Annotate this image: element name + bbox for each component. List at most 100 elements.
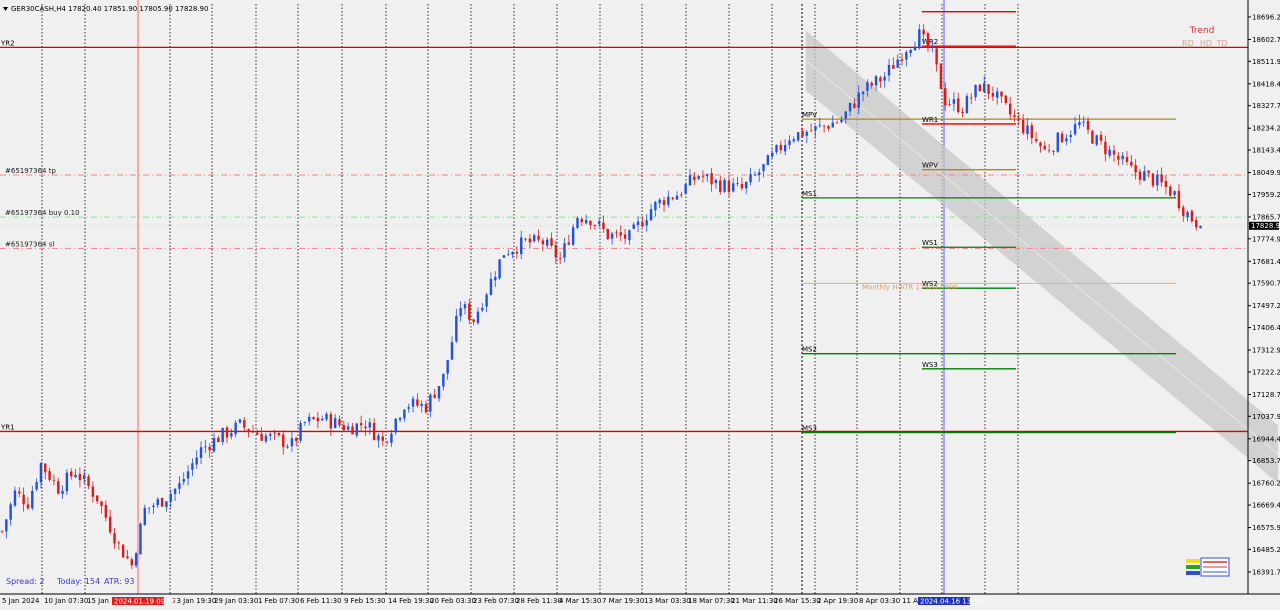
- y-tick-label: 18327.70: [1252, 102, 1280, 110]
- candle-body: [541, 240, 545, 245]
- candle-body: [520, 237, 523, 255]
- candle-body: [680, 194, 683, 196]
- candle-body: [1143, 171, 1146, 181]
- candle-body: [727, 180, 731, 193]
- candle-body: [70, 471, 73, 477]
- candle-body: [264, 435, 268, 442]
- candle-body: [160, 498, 164, 507]
- candle-body: [1099, 134, 1103, 141]
- x-tick-label: 4 Mar 15:30: [559, 597, 601, 605]
- candle-body: [965, 96, 969, 114]
- candle-body: [377, 435, 380, 441]
- candle-body: [537, 235, 540, 240]
- candle-body: [701, 176, 705, 178]
- candle-body: [961, 111, 964, 113]
- candle-body: [502, 255, 506, 258]
- candle-body: [329, 414, 333, 429]
- candle-body: [9, 504, 12, 520]
- candle-body: [922, 29, 925, 35]
- candle-body: [987, 84, 990, 94]
- candle-body: [1091, 130, 1094, 144]
- candle-body: [753, 174, 757, 176]
- y-tick-label: 18696.20: [1252, 13, 1280, 21]
- candle-body: [944, 88, 947, 106]
- candle-body: [22, 494, 25, 505]
- candle-body: [1164, 180, 1168, 187]
- pivot-label: WPV: [922, 162, 938, 170]
- candle-body: [926, 33, 930, 48]
- price-chart[interactable]: YR2YR1MPVMS1MS2MS3WR2WR1WPVWS1WS2WS3 186…: [0, 0, 1280, 610]
- candle-body: [814, 125, 817, 131]
- y-tick-label: 16853.70: [1252, 457, 1280, 465]
- candle-body: [463, 304, 467, 309]
- candle-body: [1086, 120, 1090, 130]
- y-tick-label: 18418.45: [1252, 80, 1280, 88]
- candle-body: [450, 342, 454, 360]
- candle-body: [1065, 138, 1068, 142]
- candle-body: [606, 228, 609, 240]
- y-tick-label: 17774.95: [1252, 235, 1280, 243]
- candle-body: [991, 92, 995, 97]
- candle-body: [861, 91, 865, 95]
- y-tick-label: 18602.70: [1252, 36, 1280, 44]
- trend-rd: RD: [1182, 39, 1194, 48]
- candle-body: [394, 418, 397, 433]
- candle-body: [1190, 210, 1194, 222]
- y-tick-label: 17497.20: [1252, 302, 1280, 310]
- y-tick-label: 17865.70: [1252, 213, 1280, 221]
- candle-body: [152, 505, 155, 507]
- candle-body: [424, 403, 428, 413]
- y-tick-label: 17128.70: [1252, 391, 1280, 399]
- candle-body: [18, 491, 21, 494]
- candle-body: [749, 174, 752, 183]
- candle-body: [407, 407, 410, 409]
- candle-body: [481, 307, 484, 311]
- candle-body: [580, 219, 584, 223]
- spread-info: Spread: 2: [6, 577, 45, 586]
- candle-body: [416, 399, 419, 406]
- x-tick-label: 8 Apr 03:30: [859, 597, 900, 605]
- candle-body: [623, 234, 627, 239]
- y-tick-label: 18234.20: [1252, 125, 1280, 133]
- candle-body: [39, 463, 43, 483]
- candle-body: [1169, 186, 1172, 196]
- candle-body: [476, 311, 480, 324]
- candle-body: [303, 422, 307, 423]
- candle-body: [909, 49, 912, 53]
- candle-body: [1043, 145, 1046, 150]
- candle-body: [100, 501, 103, 506]
- y-tick-label: 16485.20: [1252, 546, 1280, 554]
- candle-body: [792, 139, 796, 142]
- candle-body: [256, 432, 259, 435]
- candle-body: [732, 183, 735, 192]
- candle-body: [688, 175, 692, 186]
- y-tick-label: 17312.95: [1252, 347, 1280, 355]
- candle-body: [95, 495, 99, 502]
- x-tick-label: 9 Feb 15:30: [344, 597, 385, 605]
- candle-body: [1060, 133, 1064, 143]
- candle-body: [5, 519, 8, 532]
- candle-body: [684, 184, 687, 194]
- candle-body: [312, 417, 315, 419]
- candle-body: [840, 119, 843, 123]
- candle-body: [1173, 191, 1176, 195]
- trade-entry-label: #65197364 buy 0.10: [5, 209, 80, 217]
- trade-panel-icon[interactable]: [1186, 557, 1230, 577]
- candle-body: [874, 76, 878, 86]
- trend-hd: HD: [1200, 39, 1212, 48]
- candle-body: [1147, 170, 1150, 173]
- pivot-label: WS3: [922, 361, 938, 369]
- pivot-label: YR2: [0, 39, 15, 47]
- candle-body: [1151, 173, 1155, 186]
- candle-body: [199, 447, 203, 458]
- candle-body: [195, 457, 198, 465]
- candle-body: [675, 195, 679, 200]
- candle-body: [545, 239, 549, 246]
- candle-body: [489, 278, 493, 295]
- candle-body: [1052, 151, 1055, 152]
- candle-body: [355, 423, 359, 436]
- x-tick-label: 1 Feb 07:30: [258, 597, 299, 605]
- candle-body: [494, 276, 497, 281]
- candle-body: [1030, 125, 1034, 138]
- candle-body: [507, 254, 510, 256]
